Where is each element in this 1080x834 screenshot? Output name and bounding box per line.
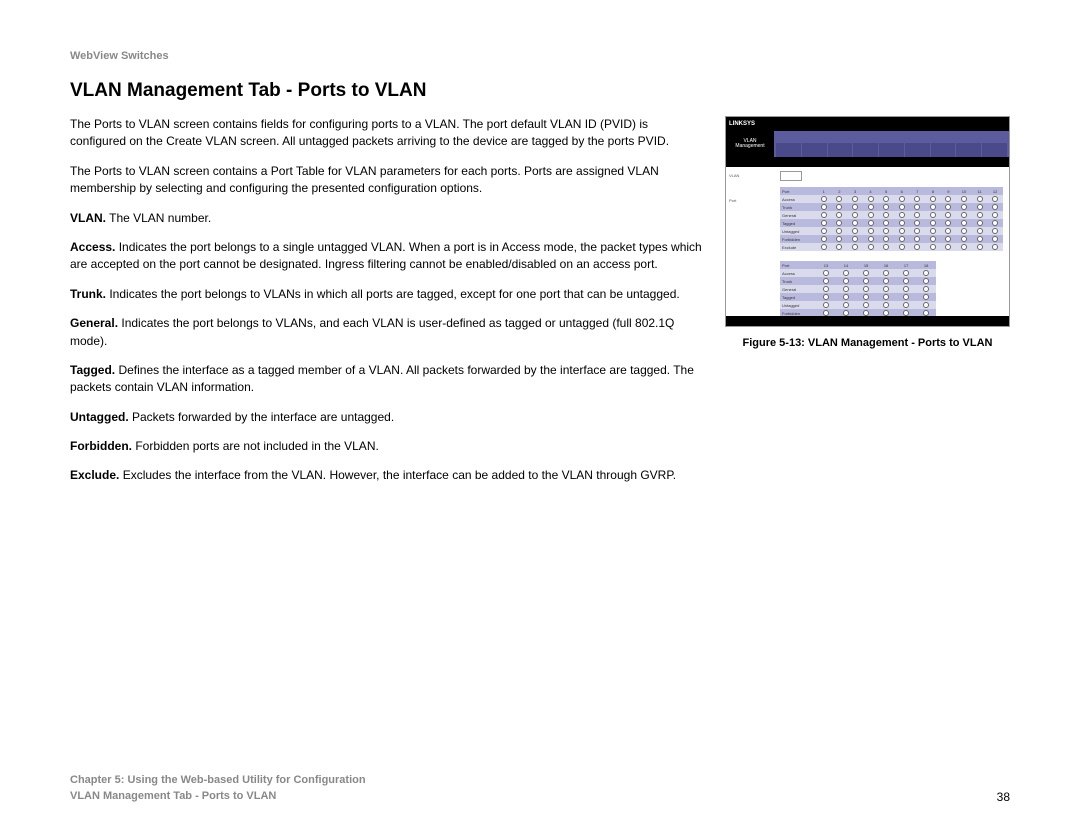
ss-table-header: Port 131415161718: [780, 261, 936, 269]
ss-subnav: [726, 157, 1009, 167]
ss-nav-tabs: [774, 131, 1009, 157]
ss-nav-bar: VLAN Management: [726, 131, 1009, 157]
ss-side-port: Port: [729, 198, 777, 203]
ss-nav-title: VLAN Management: [726, 131, 774, 157]
def-general: General. Indicates the port belongs to V…: [70, 315, 705, 350]
ss-vlan-dropdown-row: [780, 171, 1003, 181]
ss-brand-bar: LINKSYS: [726, 117, 1009, 131]
intro-paragraph-1: The Ports to VLAN screen contains fields…: [70, 116, 705, 151]
doc-header: WebView Switches: [70, 50, 1010, 62]
ss-row: Forbidden: [780, 235, 1003, 243]
page-title: VLAN Management Tab - Ports to VLAN: [70, 80, 1010, 102]
ss-row: Trunk: [780, 277, 936, 285]
ss-tab: [853, 143, 878, 157]
text-forbidden: Forbidden ports are not included in the …: [132, 439, 379, 453]
ss-side-vlan: VLAN: [729, 173, 777, 178]
ss-tab: [982, 143, 1007, 157]
term-access: Access.: [70, 240, 115, 254]
ss-tab: [776, 143, 801, 157]
def-exclude: Exclude. Excludes the interface from the…: [70, 467, 705, 484]
footer-chapter: Chapter 5: Using the Web-based Utility f…: [70, 773, 366, 788]
ss-footer-bar: [726, 316, 1009, 326]
ss-table-header: Port 123456789101112: [780, 187, 1003, 195]
ss-vlan-dropdown: [780, 171, 802, 181]
ss-hdr-label: Port: [780, 189, 816, 194]
term-vlan: VLAN.: [70, 211, 106, 225]
text-vlan: The VLAN number.: [106, 211, 211, 225]
def-vlan: VLAN. The VLAN number.: [70, 210, 705, 227]
page-footer: Chapter 5: Using the Web-based Utility f…: [70, 773, 1010, 804]
content-row: The Ports to VLAN screen contains fields…: [70, 116, 1010, 497]
text-access: Indicates the port belongs to a single u…: [70, 240, 702, 271]
def-forbidden: Forbidden. Forbidden ports are not inclu…: [70, 438, 705, 455]
term-tagged: Tagged.: [70, 363, 115, 377]
brand-logo: LINKSYS: [729, 121, 755, 127]
ss-row: Access: [780, 269, 936, 277]
term-untagged: Untagged.: [70, 410, 129, 424]
def-trunk: Trunk. Indicates the port belongs to VLA…: [70, 286, 705, 303]
ss-body: VLAN Port Port 123456789101112 Acces: [726, 167, 1009, 327]
term-exclude: Exclude.: [70, 468, 119, 482]
page-number: 38: [997, 790, 1010, 804]
figure-caption: Figure 5-13: VLAN Management - Ports to …: [725, 337, 1010, 349]
ss-row: Exclude: [780, 243, 1003, 251]
screenshot-thumbnail: LINKSYS VLAN Management: [725, 116, 1010, 327]
ss-hdr-label: Port: [780, 263, 816, 268]
ss-port-table-1: Port 123456789101112 Access Trunk Genera…: [780, 187, 1003, 251]
ss-row: Trunk: [780, 203, 1003, 211]
ss-nav-title-2: Management: [735, 144, 764, 150]
def-untagged: Untagged. Packets forwarded by the inter…: [70, 409, 705, 426]
ss-row: Untagged: [780, 227, 1003, 235]
text-untagged: Packets forwarded by the interface are u…: [129, 410, 395, 424]
ss-side-labels: VLAN Port: [726, 167, 780, 327]
ss-main-area: Port 123456789101112 Access Trunk Genera…: [780, 167, 1009, 327]
ss-row: Untagged: [780, 301, 936, 309]
text-trunk: Indicates the port belongs to VLANs in w…: [106, 287, 680, 301]
ss-row: Access: [780, 195, 1003, 203]
ss-tab: [905, 143, 930, 157]
term-general: General.: [70, 316, 118, 330]
ss-tab: [879, 143, 904, 157]
ss-row: General: [780, 285, 936, 293]
footer-left: Chapter 5: Using the Web-based Utility f…: [70, 773, 366, 804]
ss-tab: [956, 143, 981, 157]
def-tagged: Tagged. Defines the interface as a tagge…: [70, 362, 705, 397]
ss-tab: [828, 143, 853, 157]
text-exclude: Excludes the interface from the VLAN. Ho…: [119, 468, 676, 482]
intro-paragraph-2: The Ports to VLAN screen contains a Port…: [70, 163, 705, 198]
ss-row: Tagged: [780, 293, 936, 301]
text-general: Indicates the port belongs to VLANs, and…: [70, 316, 674, 347]
footer-section: VLAN Management Tab - Ports to VLAN: [70, 789, 366, 804]
ss-row: Tagged: [780, 219, 1003, 227]
ss-tab: [931, 143, 956, 157]
figure-column: LINKSYS VLAN Management: [725, 116, 1010, 497]
term-forbidden: Forbidden.: [70, 439, 132, 453]
term-trunk: Trunk.: [70, 287, 106, 301]
document-page: WebView Switches VLAN Management Tab - P…: [0, 0, 1080, 834]
def-access: Access. Indicates the port belongs to a …: [70, 239, 705, 274]
text-tagged: Defines the interface as a tagged member…: [70, 363, 694, 394]
ss-tab: [802, 143, 827, 157]
body-text-column: The Ports to VLAN screen contains fields…: [70, 116, 705, 497]
ss-row: General: [780, 211, 1003, 219]
